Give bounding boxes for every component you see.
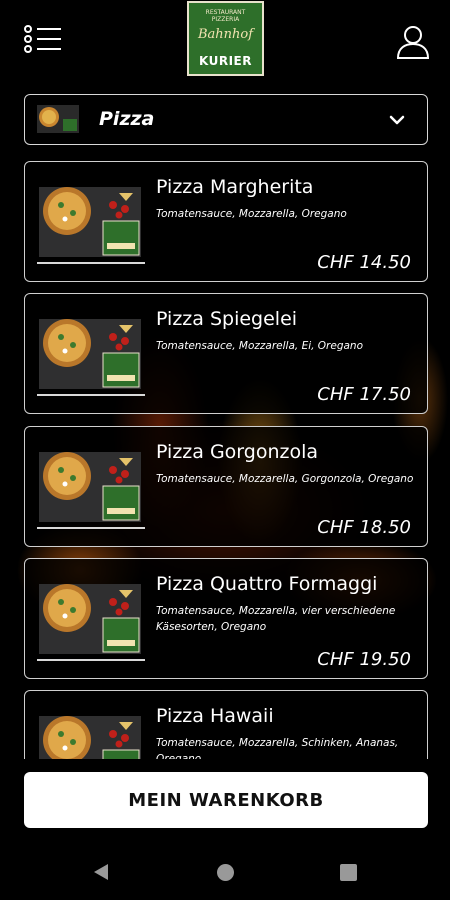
menu-icon xyxy=(24,25,61,53)
header: RESTAURANT PIZZERIA Bahnhof KURIER xyxy=(0,0,450,82)
logo-main-text: KURIER xyxy=(199,54,252,68)
item-price: CHF 14.50 xyxy=(317,252,411,273)
cart-button[interactable]: MEIN WARENKORB xyxy=(24,772,428,828)
item-description: Tomatensauce, Mozzarella, Schinken, Anan… xyxy=(156,737,399,759)
pizza-thumbnail xyxy=(39,716,141,759)
item-price: CHF 19.50 xyxy=(317,649,411,670)
chevron-down-icon xyxy=(389,115,405,125)
thumbnail-divider xyxy=(37,394,145,396)
user-button[interactable] xyxy=(396,24,430,60)
category-thumbnail xyxy=(37,105,79,133)
item-description: Tomatensauce, Mozzarella, Oregano xyxy=(156,208,347,220)
menu-item-card[interactable]: Pizza Quattro Formaggi Tomatensauce, Moz… xyxy=(24,558,428,679)
item-name: Pizza Spiegelei xyxy=(156,308,298,330)
item-description: Tomatensauce, Mozzarella, vier verschied… xyxy=(156,605,396,633)
item-name: Pizza Hawaii xyxy=(156,705,274,727)
item-price: CHF 17.50 xyxy=(317,384,411,405)
category-dropdown[interactable]: Pizza xyxy=(24,94,428,145)
menu-item-card[interactable]: Pizza Margherita Tomatensauce, Mozzarell… xyxy=(24,161,428,282)
thumbnail-divider xyxy=(37,659,145,661)
pizza-thumbnail xyxy=(39,452,141,522)
menu-list[interactable]: Pizza Margherita Tomatensauce, Mozzarell… xyxy=(0,161,450,759)
thumbnail-divider xyxy=(37,527,145,529)
menu-item-card[interactable]: Pizza Spiegelei Tomatensauce, Mozzarella… xyxy=(24,293,428,414)
item-price: CHF 18.50 xyxy=(317,517,411,538)
menu-item-card[interactable]: Pizza Gorgonzola Tomatensauce, Mozzarell… xyxy=(24,426,428,547)
nav-home-icon[interactable] xyxy=(217,864,234,881)
thumbnail-divider xyxy=(37,262,145,264)
logo[interactable]: RESTAURANT PIZZERIA Bahnhof KURIER xyxy=(187,1,264,76)
category-label: Pizza xyxy=(99,108,155,130)
logo-top-text: RESTAURANT PIZZERIA xyxy=(205,9,246,23)
nav-recent-icon[interactable] xyxy=(340,864,357,881)
pizza-thumbnail xyxy=(39,187,141,257)
item-name: Pizza Gorgonzola xyxy=(156,441,319,463)
pizza-thumbnail xyxy=(39,584,141,654)
item-description: Tomatensauce, Mozzarella, Ei, Oregano xyxy=(156,340,364,352)
menu-item-card[interactable]: Pizza Hawaii Tomatensauce, Mozzarella, S… xyxy=(24,690,428,759)
nav-back-icon[interactable] xyxy=(93,863,109,881)
system-nav-bar xyxy=(0,844,450,900)
menu-button[interactable] xyxy=(24,24,64,56)
item-description: Tomatensauce, Mozzarella, Gorgonzola, Or… xyxy=(156,473,414,485)
pizza-thumbnail xyxy=(39,319,141,389)
item-name: Pizza Margherita xyxy=(156,176,314,198)
user-icon xyxy=(396,26,430,59)
logo-script-text: Bahnhof xyxy=(197,27,254,42)
item-name: Pizza Quattro Formaggi xyxy=(156,573,378,595)
